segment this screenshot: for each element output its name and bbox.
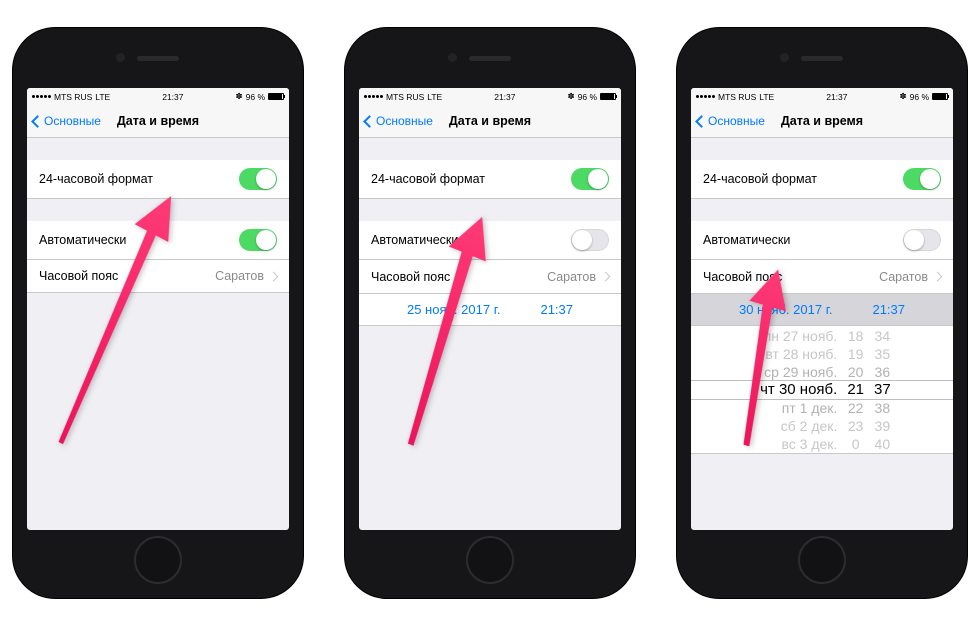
battery-pct: 96 % (578, 92, 597, 102)
battery-pct: 96 % (910, 92, 929, 102)
carrier: MTS RUS (718, 92, 756, 102)
phone-camera (780, 53, 789, 62)
row-label: 24-часовой формат (371, 172, 485, 186)
row-datetime[interactable]: 25 нояб. 2017 г. 21:37 (359, 293, 621, 326)
phone-2: MTS RUS LTE 21:37 ✽ 96 % Основные Дата и… (345, 28, 635, 598)
battery-icon (932, 93, 948, 100)
screen: MTS RUS LTE 21:37 ✽ 96 % Основные Дата и… (359, 88, 621, 530)
signal-icon (696, 95, 715, 98)
clock: 21:37 (110, 92, 235, 102)
status-bar: MTS RUS LTE 21:37 ✽ 96 % (691, 88, 953, 105)
phone-1: MTS RUS LTE 21:37 ✽ 96 % Основные Дата и… (13, 28, 303, 598)
signal-icon (32, 95, 51, 98)
row-auto[interactable]: Автоматически (691, 221, 953, 259)
tz-value: Саратов (879, 270, 928, 284)
time-value: 21:37 (872, 302, 905, 317)
carrier: MTS RUS (54, 92, 92, 102)
toggle-24h[interactable] (903, 168, 941, 190)
nav-bar: Основные Дата и время (691, 105, 953, 138)
row-datetime[interactable]: 30 нояб. 2017 г. 21:37 (691, 293, 953, 326)
tz-value: Саратов (547, 270, 596, 284)
row-24h[interactable]: 24-часовой формат (359, 160, 621, 199)
nav-bar: Основные Дата и время (359, 105, 621, 138)
clock: 21:37 (774, 92, 899, 102)
network: LTE (759, 92, 774, 102)
phone-camera (116, 53, 125, 62)
toggle-24h[interactable] (239, 168, 277, 190)
nav-bar: Основные Дата и время (27, 105, 289, 138)
battery-icon (268, 93, 284, 100)
carrier: MTS RUS (386, 92, 424, 102)
bluetooth-icon: ✽ (236, 91, 243, 102)
row-label: 24-часовой формат (703, 172, 817, 186)
page-title: Дата и время (359, 114, 621, 128)
group-1: 24-часовой формат (359, 160, 621, 199)
page-title: Дата и время (691, 114, 953, 128)
chevron-right-icon (933, 272, 943, 282)
row-label: 24-часовой формат (39, 172, 153, 186)
status-bar: MTS RUS LTE 21:37 ✽ 96 % (359, 88, 621, 105)
phone-3: MTS RUS LTE 21:37 ✽ 96 % Основные Дата и… (677, 28, 967, 598)
time-value: 21:37 (540, 302, 573, 317)
toggle-auto[interactable] (571, 229, 609, 251)
bluetooth-icon: ✽ (900, 91, 907, 102)
signal-icon (364, 95, 383, 98)
chevron-right-icon (601, 272, 611, 282)
page-title: Дата и время (27, 114, 289, 128)
toggle-24h[interactable] (571, 168, 609, 190)
chevron-right-icon (269, 271, 279, 281)
row-label: Автоматически (703, 233, 790, 247)
row-tz[interactable]: Часовой пояс Саратов (691, 259, 953, 293)
row-24h[interactable]: 24-часовой формат (691, 160, 953, 199)
screen: MTS RUS LTE 21:37 ✽ 96 % Основные Дата и… (27, 88, 289, 530)
clock: 21:37 (442, 92, 567, 102)
network: LTE (427, 92, 442, 102)
battery-pct: 96 % (246, 92, 265, 102)
picker-min-column[interactable]: 34353637383940 (874, 326, 891, 453)
picker-hour-column[interactable]: 1819202122230 (847, 326, 864, 453)
tz-value: Саратов (215, 269, 264, 283)
status-bar: MTS RUS LTE 21:37 ✽ 96 % (27, 88, 289, 105)
screen: MTS RUS LTE 21:37 ✽ 96 % Основные Дата и… (691, 88, 953, 530)
battery-icon (600, 93, 616, 100)
toggle-auto[interactable] (903, 229, 941, 251)
phone-camera (448, 53, 457, 62)
group-1: 24-часовой формат (691, 160, 953, 199)
bluetooth-icon: ✽ (568, 91, 575, 102)
toggle-auto[interactable] (239, 229, 277, 251)
network: LTE (95, 92, 110, 102)
